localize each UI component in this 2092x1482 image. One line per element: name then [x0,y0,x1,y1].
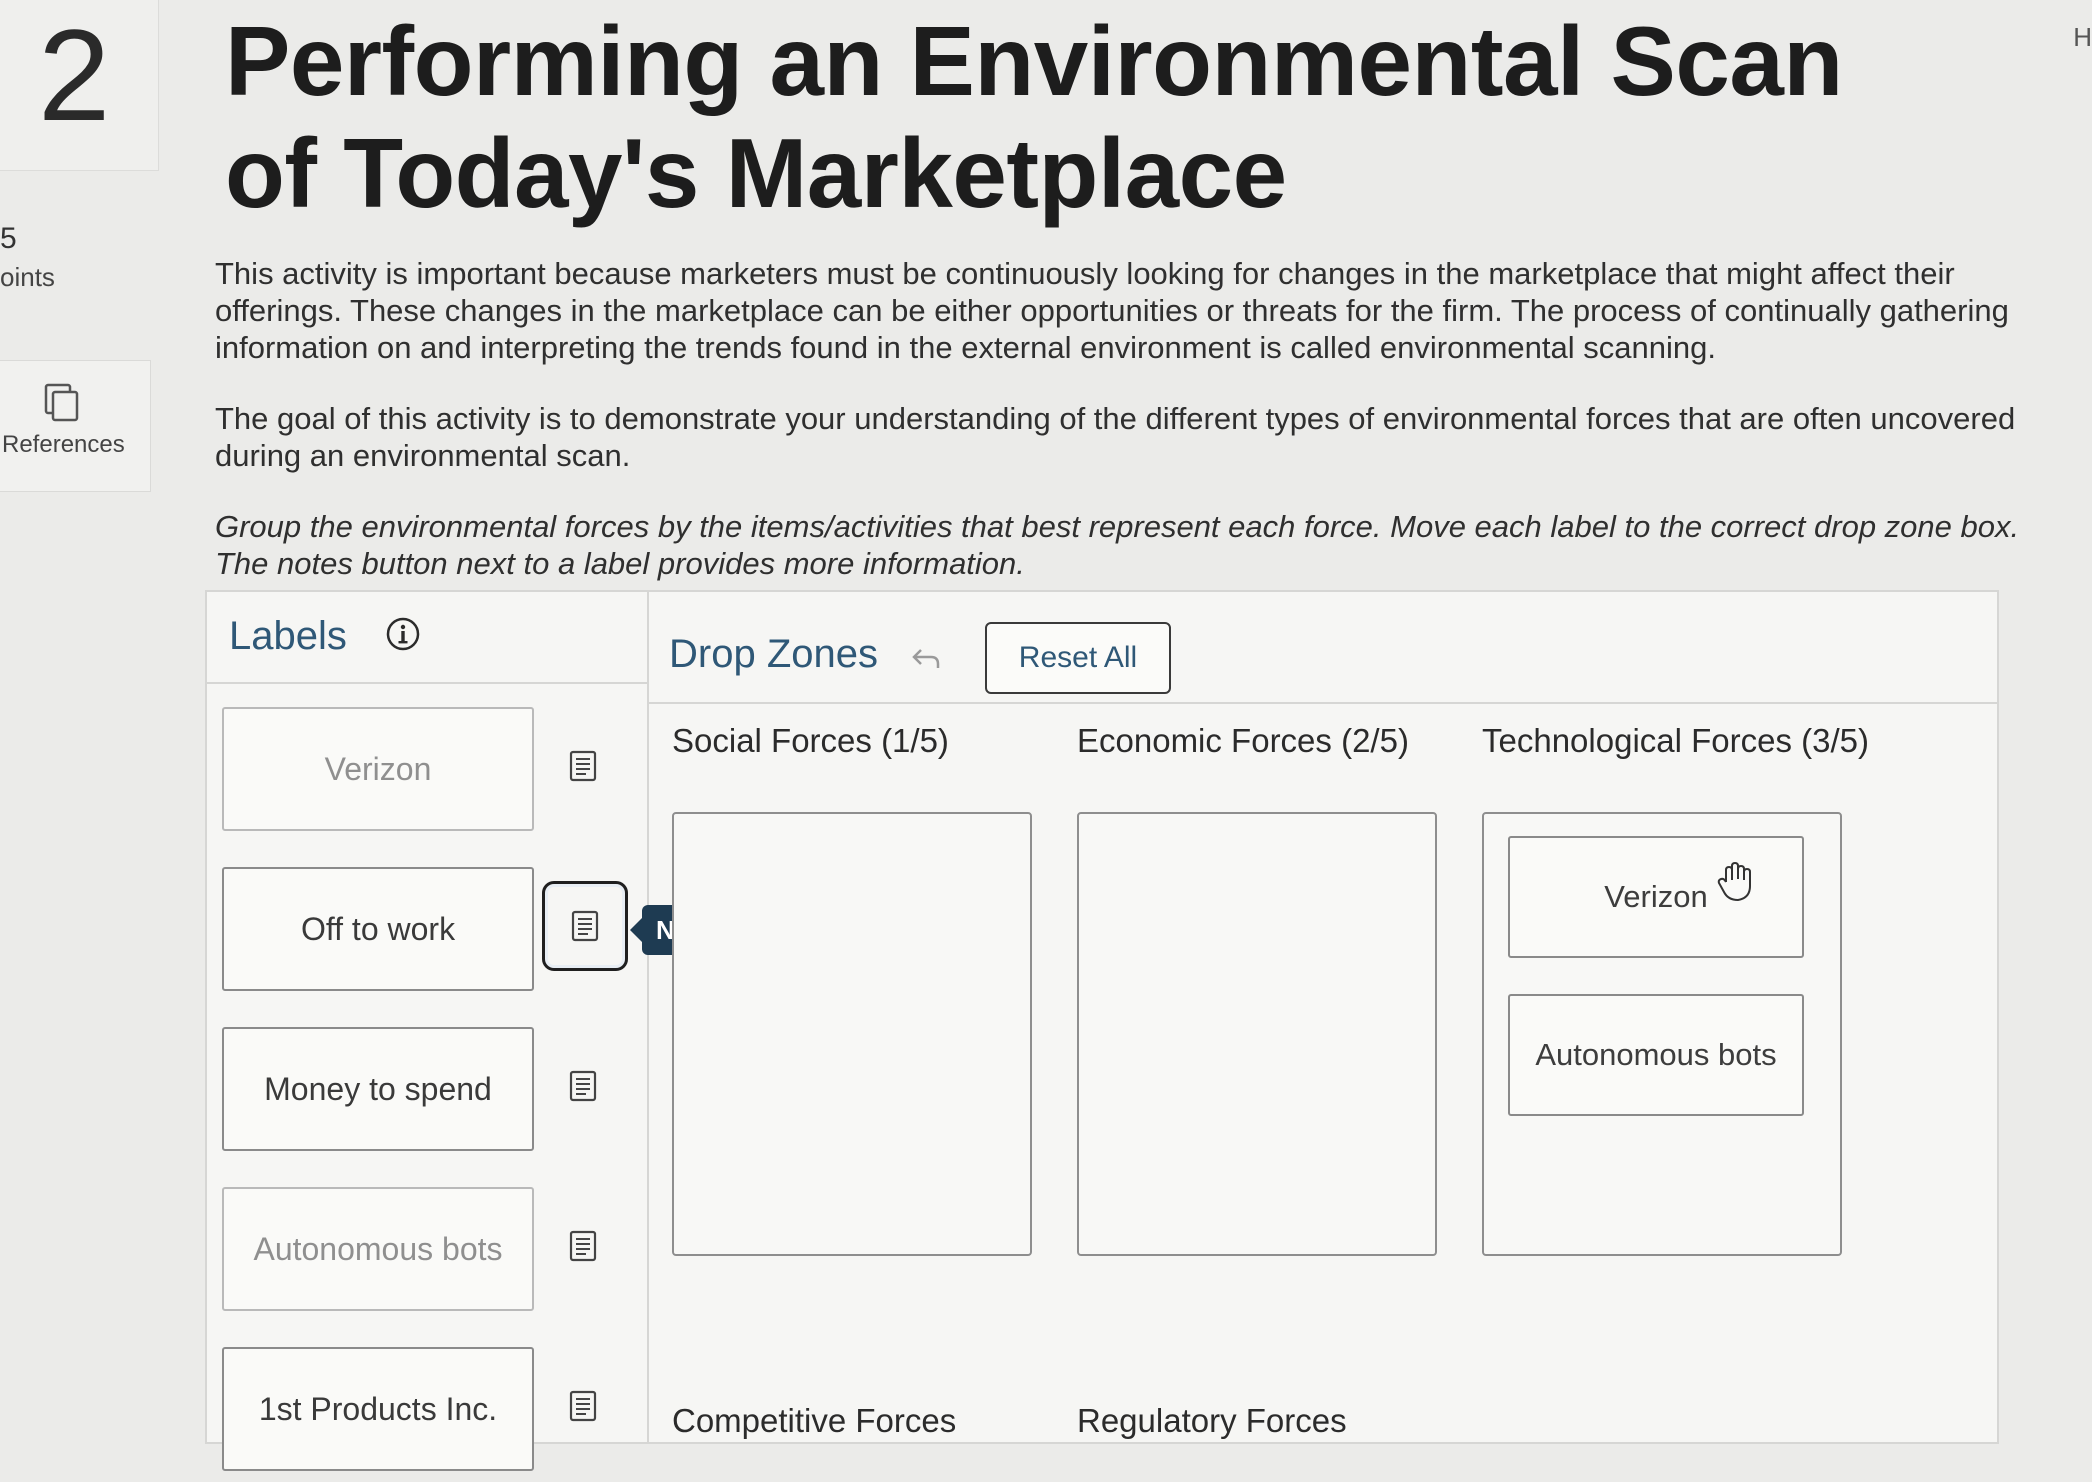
label-card[interactable]: Money to spend [222,1027,534,1151]
edge-letter: H [2073,22,2092,52]
question-number-box: 2 [0,0,159,171]
drop-zone-title: Competitive Forces [672,1402,957,1439]
label-card[interactable]: Autonomous bots [222,1187,534,1311]
points-value: 5 [0,222,17,255]
instructions-line-2: The notes button next to a label provide… [215,546,1025,581]
drop-zones-title: Drop Zones [669,632,878,676]
label-card[interactable]: 1st Products Inc. [222,1347,534,1471]
labels-title: Labels [229,614,347,658]
intro-paragraph-1: This activity is important because marke… [215,256,2009,365]
instructions: Group the environmental forces by the it… [215,508,2065,582]
drop-zones-header: Drop Zones Reset All [647,592,1997,704]
page-title: Performing an Environmental Scan of Toda… [225,6,1843,228]
label-card[interactable]: Verizon [222,707,534,831]
question-sidebar: 2 5 oints References [0,0,170,1482]
drop-zone-title: Technological Forces (3/5) [1482,722,1870,759]
label-row-1st-products: 1st Products Inc. [222,1347,642,1472]
drop-zone-title: Economic Forces (2/5) [1077,722,1409,759]
label-row-autonomous-bots: Autonomous bots [222,1187,642,1312]
notes-icon [571,910,599,942]
drop-zone-economic: Economic Forces (2/5) [1077,722,1467,1256]
notes-button[interactable] [560,1383,606,1429]
copy-icon [44,383,79,422]
drop-zone-title: Regulatory Forces [1077,1402,1347,1439]
notes-icon [569,750,597,782]
drop-zone-competitive: Competitive Forces [672,1402,1062,1442]
instructions-line-1: Group the environmental forces by the it… [215,509,2020,544]
labels-panel: Labels Verizon Off to work Money to spen… [207,592,743,1471]
notes-icon [569,1070,597,1102]
label-card[interactable]: Off to work [222,867,534,991]
dropped-label[interactable]: Autonomous bots [1508,994,1804,1116]
notes-button[interactable] [560,1223,606,1269]
points-label: oints [0,262,55,292]
dropped-label[interactable]: Verizon [1508,836,1804,958]
notes-button[interactable] [542,881,628,971]
notes-button[interactable] [560,743,606,789]
drop-zone-regulatory: Regulatory Forces [1077,1402,1467,1442]
label-row-money-to-spend: Money to spend [222,1027,642,1152]
dropped-label-text: Verizon [1604,879,1708,914]
undo-icon[interactable] [909,644,943,672]
references-button[interactable]: References [0,360,151,492]
intro-paragraph-2: The goal of this activity is to demonstr… [215,401,2016,473]
notes-icon [569,1390,597,1422]
drop-zone-technological: Technological Forces (3/5) Verizon Auton… [1482,722,1872,1256]
labels-header: Labels [207,592,647,684]
drag-drop-activity: Labels Verizon Off to work Money to spen… [205,590,1999,1471]
question-number: 2 [38,2,111,148]
notes-icon [569,1230,597,1262]
reset-all-button[interactable]: Reset All [985,622,1171,694]
label-row-verizon: Verizon [222,707,642,832]
question-content: Performing an Environmental Scan of Toda… [205,0,2075,1482]
drop-zone-box[interactable] [672,812,1032,1256]
drop-zone-title: Social Forces (1/5) [672,722,949,759]
drop-zone-box[interactable] [1077,812,1437,1256]
drop-zone-box[interactable]: Verizon Autonomous bots [1482,812,1842,1256]
drop-zone-social: Social Forces (1/5) [672,722,1062,1256]
info-icon[interactable] [385,616,421,652]
notes-button[interactable] [560,1063,606,1109]
dropped-label-text: Autonomous bots [1535,1037,1777,1072]
label-row-off-to-work: Off to work Notes [222,867,743,992]
grab-hand-icon [1717,861,1751,902]
references-label: References [2,431,125,458]
